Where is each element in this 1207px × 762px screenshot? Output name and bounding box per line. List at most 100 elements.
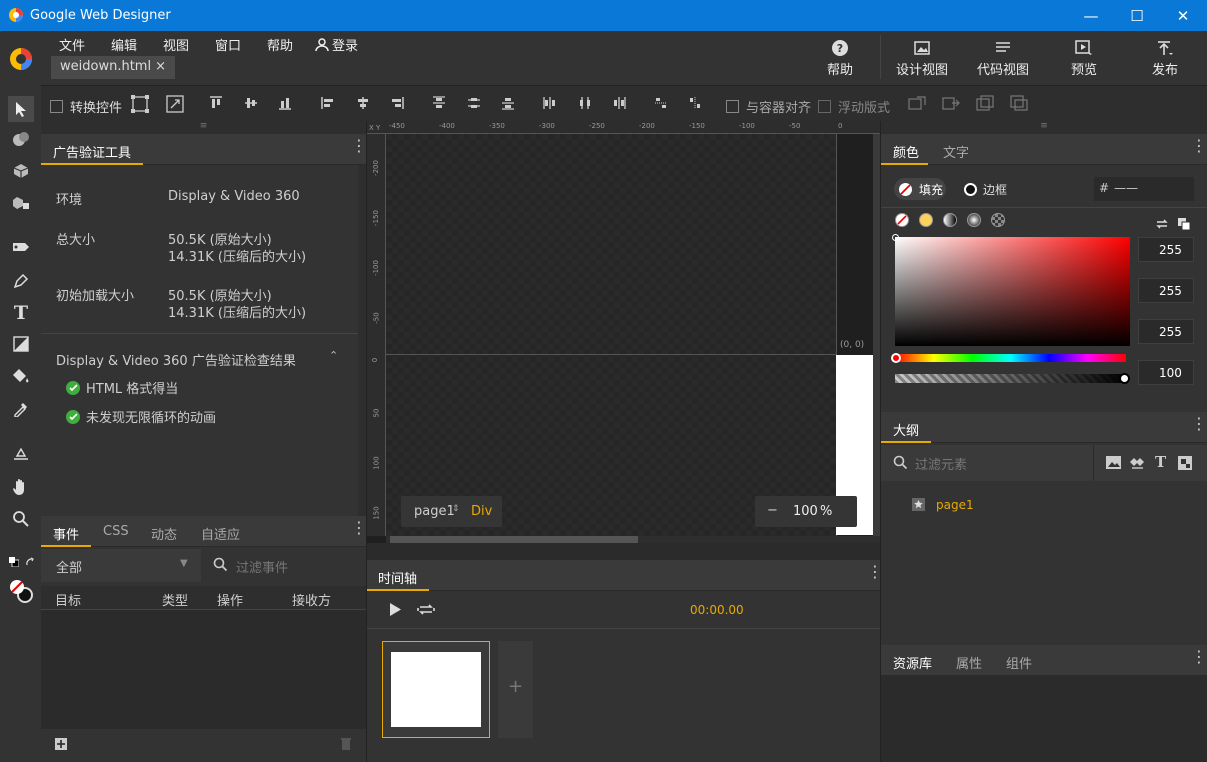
distribute-right-icon[interactable] xyxy=(612,96,626,110)
filter-image-icon[interactable] xyxy=(1106,456,1121,469)
stage-canvas[interactable] xyxy=(386,134,836,536)
hex-input[interactable]: # —— xyxy=(1094,177,1194,201)
stage-scrollbar-h-thumb[interactable] xyxy=(390,536,638,543)
alpha-handle[interactable] xyxy=(1119,373,1130,384)
fill-stroke-swatch-icon[interactable] xyxy=(8,578,34,604)
align-top-icon[interactable] xyxy=(209,96,223,110)
filter-div-icon[interactable] xyxy=(1178,456,1192,470)
zoom-value[interactable]: 100 xyxy=(793,504,818,519)
stage-scrollbar-v[interactable] xyxy=(873,134,880,536)
pen-tool-icon[interactable] xyxy=(10,270,32,292)
outline-item-page1[interactable]: page1 xyxy=(936,498,974,512)
radial-gradient-swatch-icon[interactable] xyxy=(967,213,981,227)
more-options-icon[interactable]: ⋮ xyxy=(867,564,883,580)
add-page-button[interactable]: + xyxy=(498,641,533,738)
asset-tool-icon[interactable] xyxy=(10,443,32,465)
group-icon[interactable] xyxy=(976,95,994,111)
distribute-left-icon[interactable] xyxy=(543,96,557,110)
ruler-left[interactable]: -200 -150 -100 -50 0 50 100 150 xyxy=(367,134,386,536)
results-title[interactable]: Display & Video 360 广告验证检查结果 xyxy=(56,350,296,369)
distribute-middle-icon[interactable] xyxy=(467,96,481,110)
eyedropper-tool-icon[interactable] xyxy=(10,398,32,420)
hue-slider[interactable] xyxy=(891,353,1126,363)
preview-button[interactable]: 预览 xyxy=(1068,37,1100,78)
align-left-icon[interactable] xyxy=(321,96,335,110)
collapse-chevron-icon[interactable]: ⌃ xyxy=(329,349,338,362)
linear-gradient-swatch-icon[interactable] xyxy=(943,213,957,227)
menu-edit[interactable]: 编辑 xyxy=(111,35,137,54)
3d-translate-tool-icon[interactable] xyxy=(10,160,32,182)
reset-color-icon[interactable] xyxy=(1178,218,1190,230)
solid-color-swatch-icon[interactable] xyxy=(919,213,933,227)
tab-color[interactable]: 颜色 xyxy=(893,142,919,161)
scale-icon[interactable] xyxy=(166,95,184,113)
more-options-icon[interactable]: ⋮ xyxy=(351,520,367,536)
menu-file[interactable]: 文件 xyxy=(59,35,85,54)
space-horizontal-icon[interactable] xyxy=(688,96,702,110)
stroke-toggle[interactable]: 边框 xyxy=(963,181,1007,198)
default-colors-icon[interactable] xyxy=(8,556,20,568)
more-options-icon[interactable]: ⋮ xyxy=(1191,138,1207,154)
transform-checkbox[interactable] xyxy=(50,100,63,113)
design-view-button[interactable]: 设计视图 xyxy=(896,37,948,78)
distribute-top-icon[interactable] xyxy=(432,96,446,110)
alpha-slider[interactable] xyxy=(895,373,1130,384)
selection-tool-icon[interactable] xyxy=(8,96,34,122)
red-input[interactable]: 255 xyxy=(1138,237,1194,262)
menu-view[interactable]: 视图 xyxy=(163,35,189,54)
tab-dynamic[interactable]: 动态 xyxy=(151,524,177,543)
saturation-value-picker[interactable] xyxy=(892,234,1130,346)
fill-toggle[interactable]: 填充 xyxy=(894,178,946,200)
fill-tool-icon[interactable] xyxy=(10,365,32,387)
tab-css[interactable]: CSS xyxy=(103,524,129,539)
events-filter-input[interactable]: 过滤事件 xyxy=(236,557,288,576)
align-to-container-toggle[interactable]: 与容器对齐 xyxy=(726,97,811,116)
green-input[interactable]: 255 xyxy=(1138,278,1194,303)
tab-events[interactable]: 事件 xyxy=(53,524,79,543)
align-right-icon[interactable] xyxy=(390,96,404,110)
ad-validation-title[interactable]: 广告验证工具 xyxy=(53,142,131,161)
text-tool-icon[interactable]: T xyxy=(10,302,32,324)
swap-icon[interactable] xyxy=(1155,218,1169,230)
outline-title[interactable]: 大纲 xyxy=(893,420,919,439)
play-icon[interactable] xyxy=(389,603,401,616)
swap-colors-icon[interactable] xyxy=(24,556,36,568)
align-bottom-icon[interactable] xyxy=(278,96,292,110)
more-options-icon[interactable]: ⋮ xyxy=(1191,416,1207,432)
filter-component-icon[interactable] xyxy=(1129,456,1146,469)
file-tab[interactable]: weidown.html × xyxy=(51,56,175,79)
loop-icon[interactable] xyxy=(416,603,436,616)
shape-tool-icon[interactable] xyxy=(10,333,32,355)
events-filter-select[interactable]: 全部 ▼ xyxy=(41,549,201,582)
maximize-button[interactable]: ☐ xyxy=(1114,0,1160,31)
align-center-icon[interactable] xyxy=(356,96,370,110)
publish-button[interactable]: 发布 xyxy=(1150,37,1180,78)
hue-handle[interactable] xyxy=(891,353,901,363)
file-tab-close-icon[interactable]: × xyxy=(155,59,166,76)
tab-components[interactable]: 组件 xyxy=(1006,653,1032,672)
stage-scrollbar-h-track[interactable] xyxy=(386,536,880,543)
page-thumbnail[interactable] xyxy=(382,641,490,738)
more-options-icon[interactable]: ⋮ xyxy=(351,138,367,154)
tab-text[interactable]: 文字 xyxy=(943,142,969,161)
tag-tool-icon[interactable] xyxy=(10,236,32,258)
filter-text-icon[interactable]: T xyxy=(1155,453,1166,471)
3d-rotate-tool-icon[interactable] xyxy=(10,128,32,150)
transform-toggle[interactable]: 转换控件 xyxy=(50,97,122,116)
tab-responsive[interactable]: 自适应 xyxy=(201,524,240,543)
zoom-tool-icon[interactable] xyxy=(10,508,32,530)
login-button[interactable]: 登录 xyxy=(315,35,358,54)
float-layout-checkbox[interactable] xyxy=(818,100,831,113)
menu-window[interactable]: 窗口 xyxy=(215,35,241,54)
outline-filter-input[interactable]: 过滤元素 xyxy=(915,454,967,473)
timeline-time[interactable]: 00:00.00 xyxy=(690,603,744,617)
float-layout-toggle[interactable]: 浮动版式 xyxy=(818,97,890,116)
tab-library[interactable]: 资源库 xyxy=(893,653,932,672)
page-selector[interactable]: page1 ⇕ Div xyxy=(401,496,502,527)
3d-object-tool-icon[interactable] xyxy=(10,192,32,214)
minimize-button[interactable]: — xyxy=(1068,0,1114,31)
ungroup-icon[interactable] xyxy=(1010,95,1028,111)
element-breadcrumb[interactable]: Div xyxy=(471,504,492,519)
panel-drag-handle[interactable]: ≡ xyxy=(881,121,1207,134)
transform-box-icon[interactable] xyxy=(131,95,149,113)
